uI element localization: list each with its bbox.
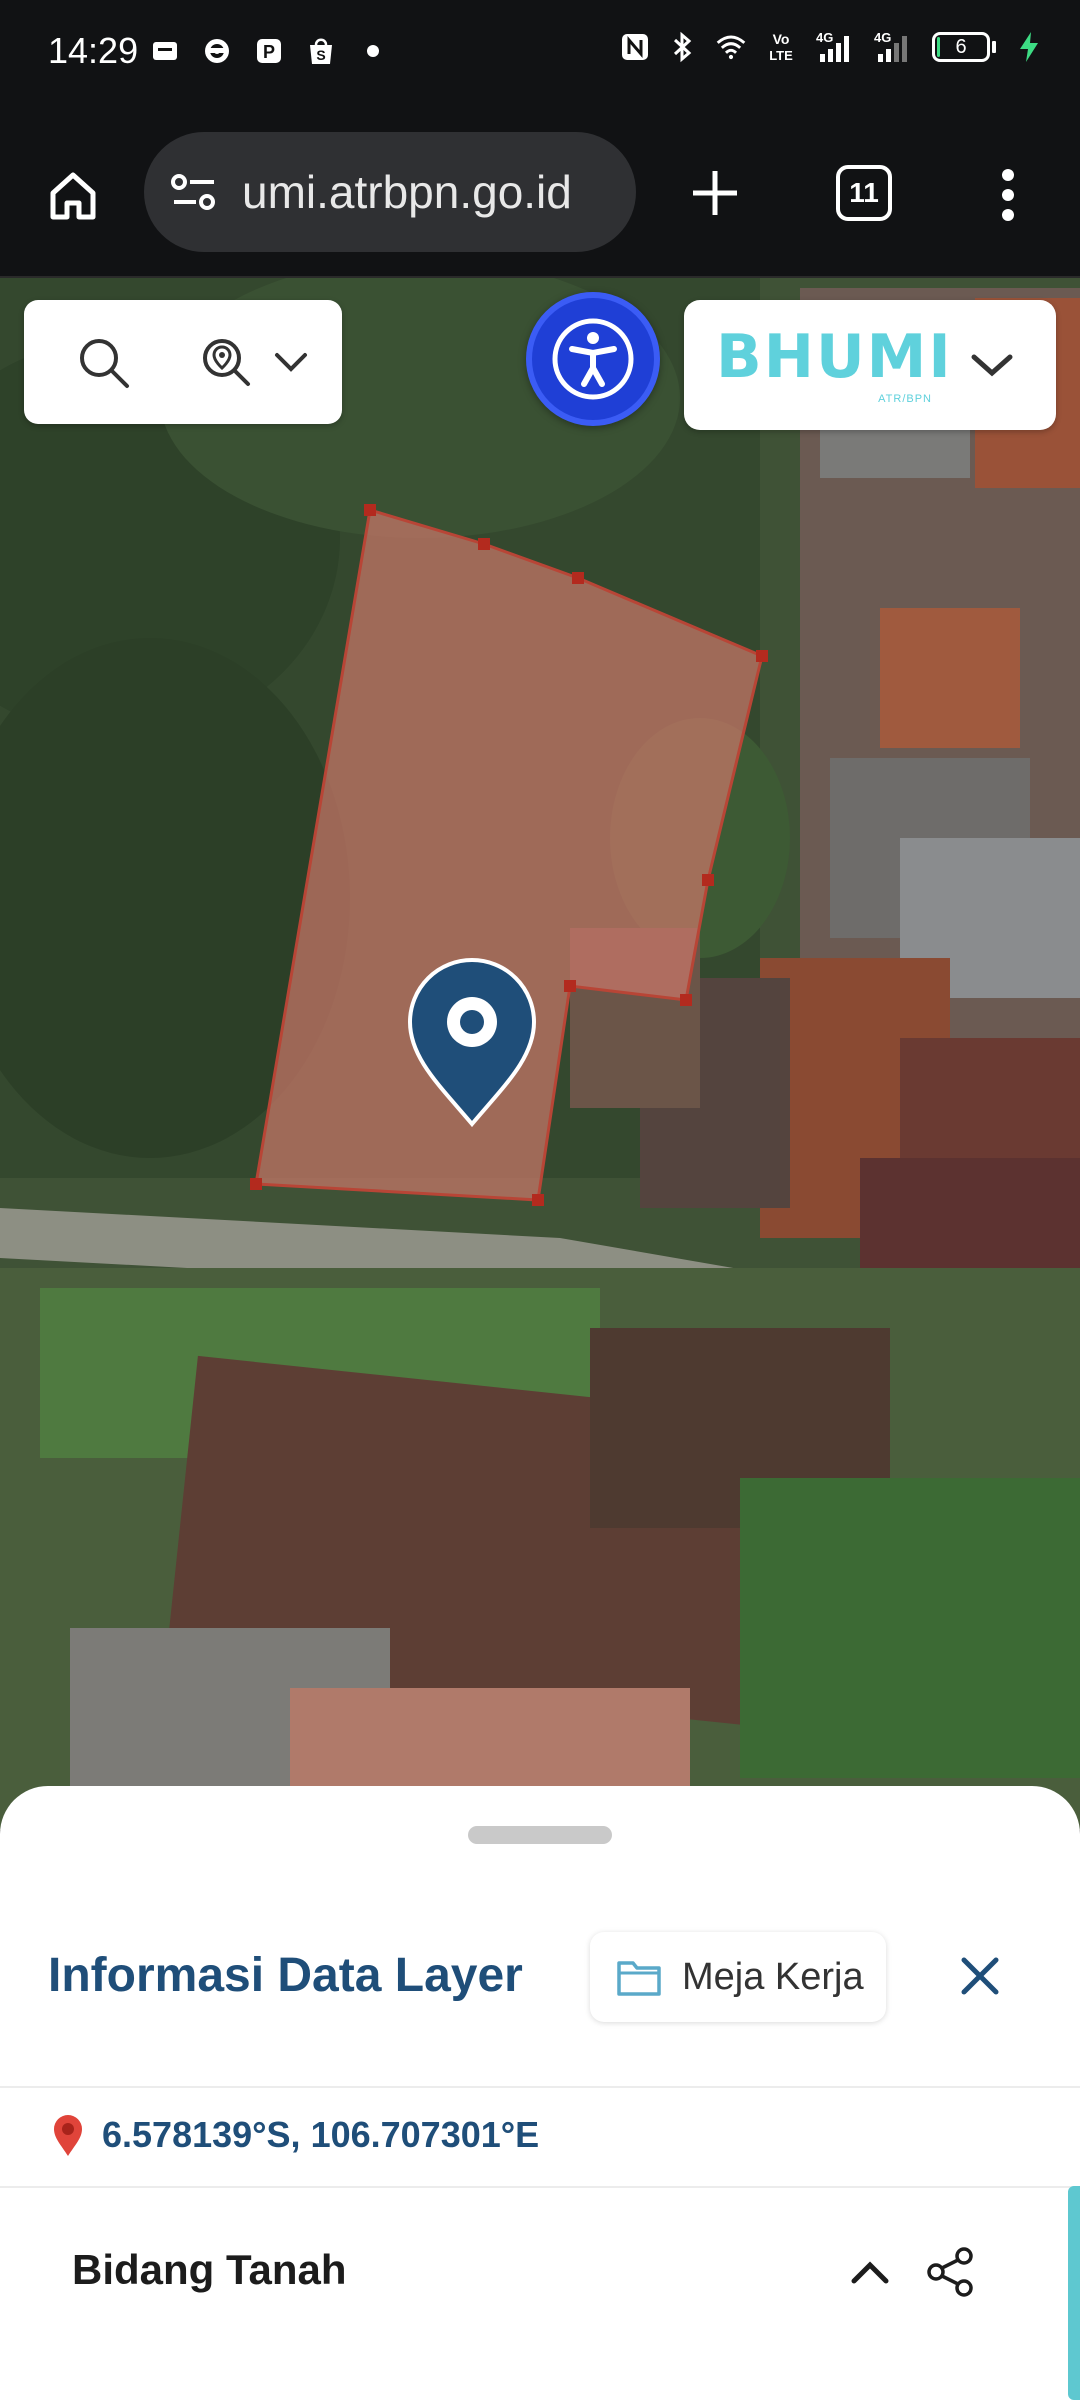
svg-text:S: S (316, 47, 325, 63)
info-bottom-sheet: Informasi Data Layer Meja Kerja 6.578139… (0, 1786, 1080, 2400)
browser-toolbar: umi.atrbpn.go.id 11 (0, 110, 1080, 278)
dot-icon (358, 36, 388, 66)
search-mode-dropdown[interactable] (266, 337, 316, 387)
workspace-button[interactable]: Meja Kerja (590, 1932, 886, 2022)
accessibility-button[interactable] (526, 292, 660, 426)
coordinates-row: 6.578139°S, 106.707301°E (48, 2112, 539, 2158)
panel-title: Informasi Data Layer (48, 1949, 523, 2002)
share-icon (927, 2247, 973, 2297)
land-parcel[interactable] (254, 508, 764, 1202)
pin-icon (48, 2112, 88, 2158)
tab-switcher-button[interactable]: 11 (836, 165, 892, 221)
divider (0, 2086, 1080, 2088)
volte-icon: Vo LTE (764, 31, 798, 63)
battery-indicator: 6 (932, 32, 996, 62)
home-icon (50, 172, 96, 220)
signal-4g-icon: 4G (874, 30, 914, 62)
nfc-icon (620, 32, 650, 62)
collapse-section-button[interactable] (840, 2242, 900, 2302)
svg-text:4G: 4G (874, 30, 891, 45)
svg-text:P: P (263, 42, 275, 62)
search-icon (80, 339, 129, 388)
share-button[interactable] (920, 2240, 980, 2304)
coordinates-text: 6.578139°S, 106.707301°E (102, 2114, 540, 2155)
tune-icon[interactable] (164, 162, 224, 222)
new-tab-button[interactable] (680, 158, 750, 228)
parking-icon: P (254, 36, 284, 66)
section-title: Bidang Tanah (72, 2246, 347, 2293)
browser-menu-button[interactable] (978, 160, 1038, 230)
bluetooth-icon (668, 31, 698, 63)
chevron-up-icon (851, 2261, 889, 2284)
accessibility-icon (552, 318, 634, 400)
plus-icon (693, 171, 737, 215)
wifi-icon (716, 32, 746, 62)
app-brand-switcher[interactable]: BHUMI ATR/BPN (684, 300, 1056, 430)
bidang-tanah-section-header[interactable]: Bidang Tanah (0, 2188, 1066, 2368)
steering-wheel-icon (202, 36, 232, 66)
status-time: 14:29 (48, 30, 139, 71)
more-vert-icon (1002, 169, 1014, 221)
url-text: umi.atrbpn.go.id (242, 166, 572, 218)
brand-sub: ATR/BPN (878, 393, 932, 405)
locate-search-icon (203, 339, 250, 386)
search-button[interactable] (58, 317, 148, 407)
land-parcel-overlay[interactable] (0, 278, 1080, 1830)
svg-text:LTE: LTE (769, 48, 793, 63)
folder-icon (614, 1952, 664, 2002)
brand-dropdown[interactable] (962, 335, 1022, 395)
map-view[interactable]: BHUMI ATR/BPN (0, 278, 1080, 1830)
close-icon (961, 1957, 999, 1995)
status-bar: 14:29 P S Vo LTE 4G 4G 6 (0, 0, 1080, 110)
close-panel-button[interactable] (950, 1946, 1010, 2006)
battery-level: 6 (955, 35, 967, 58)
chevron-down-icon (971, 354, 1013, 377)
signal-4g-icon: 4G (816, 30, 856, 62)
message-icon (150, 36, 180, 66)
bhumi-logo: BHUMI ATR/BPN (716, 322, 953, 405)
scroll-indicator (1068, 2186, 1080, 2400)
battery-fill (937, 37, 940, 57)
charging-bolt-icon (1014, 32, 1044, 62)
workspace-label: Meja Kerja (682, 1955, 864, 1998)
chevron-down-icon (275, 353, 307, 372)
sheet-drag-handle[interactable] (468, 1826, 612, 1844)
notification-icons: P S (150, 36, 388, 66)
system-icons: Vo LTE 4G 4G 6 (620, 30, 1044, 63)
svg-text:4G: 4G (816, 30, 833, 45)
locate-search-button[interactable] (186, 322, 266, 402)
map-search-box (24, 300, 342, 424)
shopee-icon: S (306, 36, 336, 66)
brand-word: BHUMI (716, 322, 953, 392)
address-bar[interactable]: umi.atrbpn.go.id (144, 132, 636, 252)
svg-text:Vo: Vo (773, 31, 790, 47)
home-button[interactable] (38, 160, 108, 230)
